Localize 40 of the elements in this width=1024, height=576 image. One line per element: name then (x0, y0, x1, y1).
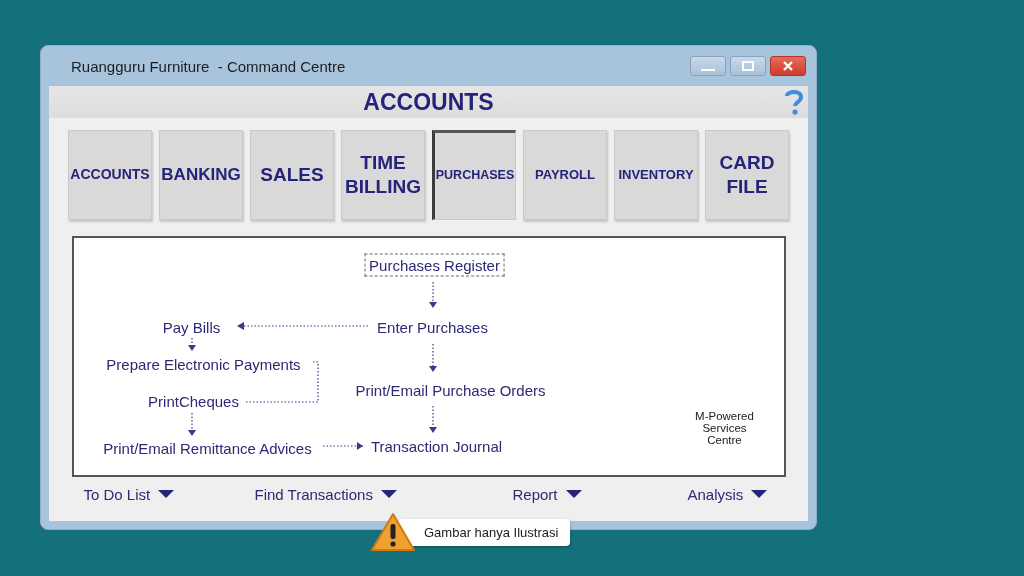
connector-arrow (320, 442, 364, 450)
caret-icon (565, 490, 582, 499)
workflow-link[interactable]: Print/Email Purchase Orders (350, 378, 551, 402)
module-button[interactable]: PAYROLL (523, 130, 607, 220)
workflow-link[interactable]: Enter Purchases (372, 315, 493, 339)
module-button[interactable]: PURCHASES (432, 130, 516, 220)
module-button[interactable]: SALES (250, 130, 334, 220)
minimize-button[interactable] (690, 56, 726, 76)
connector-arrow (428, 343, 437, 372)
window-title: Ruangguru Furniture - Command Centre (71, 57, 347, 75)
connector-arrow (187, 412, 196, 436)
dropdown-menu[interactable]: Report (512, 486, 582, 503)
minimize-icon (701, 69, 715, 71)
close-button[interactable] (770, 56, 806, 76)
connector-arrow (187, 337, 196, 351)
dropdown-menu[interactable]: Find Transactions (254, 486, 397, 503)
caret-icon (380, 490, 397, 499)
module-button[interactable]: INVENTORY (614, 130, 698, 220)
caret-icon (158, 490, 175, 499)
workflow-link[interactable]: Transaction Journal (365, 434, 508, 458)
help-icon[interactable] (784, 89, 804, 116)
section-title: ACCOUNTS (363, 88, 494, 116)
note-label: M-Powered Services Centre (694, 409, 755, 447)
connector-arrow (428, 405, 437, 433)
connector-arrow (428, 281, 437, 308)
workflow-link[interactable]: Pay Bills (157, 315, 226, 339)
module-button[interactable]: CARD FILE (705, 130, 789, 220)
module-button[interactable]: TIME BILLING (341, 130, 425, 220)
workflow-link[interactable]: PrintCheques (143, 389, 244, 413)
maximize-button[interactable] (730, 56, 766, 76)
dropdown-menu[interactable]: Analysis (687, 486, 768, 503)
workflow-link[interactable]: Prepare Electronic Payments (101, 352, 306, 376)
maximize-icon (742, 61, 754, 71)
module-button[interactable]: ACCOUNTS (68, 130, 152, 220)
dropdown-menu[interactable]: To Do List (83, 486, 175, 503)
workflow-link[interactable]: Print/Email Remittance Advices (98, 436, 317, 460)
warning-icon (370, 512, 416, 552)
close-icon (783, 61, 793, 71)
module-button[interactable]: BANKING (159, 130, 243, 220)
caret-icon (751, 490, 768, 499)
